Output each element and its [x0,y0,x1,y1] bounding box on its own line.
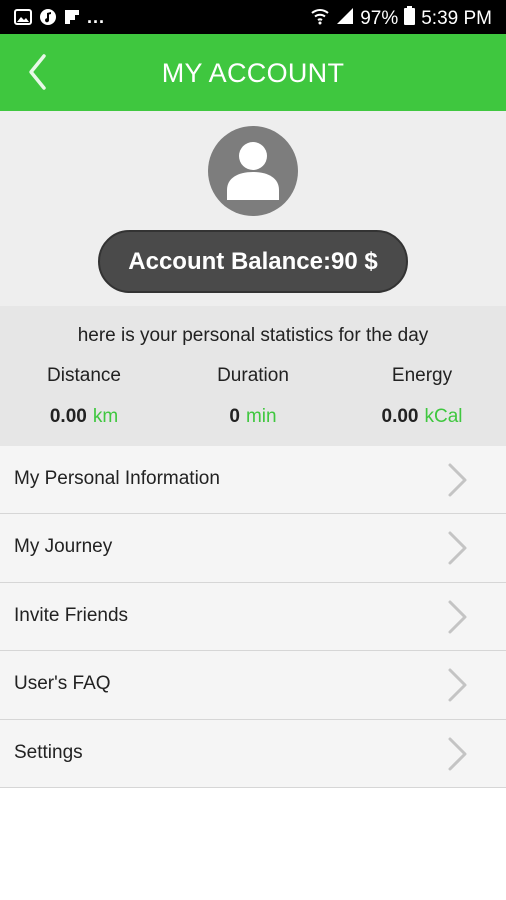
page-title: MY ACCOUNT [161,58,345,88]
chevron-right-icon [448,737,467,771]
music-icon [39,8,57,31]
avatar[interactable] [208,126,298,216]
chevron-right-icon [448,668,467,702]
stat-duration: Duration 0 min [169,365,337,428]
stat-distance: Distance 0.00 km [0,365,168,428]
daily-stats: here is your personal statistics for the… [0,306,506,446]
chevron-right-icon [448,463,467,497]
flipboard-icon [64,9,80,30]
menu-item-faq[interactable]: User's FAQ [0,651,506,720]
stat-energy: Energy 0.00 kCal [338,365,506,428]
stat-value: 0.00 kCal [338,406,506,428]
stat-value: 0.00 km [0,406,168,428]
chevron-right-icon [448,600,467,634]
stat-label: Energy [391,365,453,386]
signal-icon [336,7,354,31]
stat-number: 0 [229,406,240,427]
stat-number: 0.00 [381,406,419,427]
overflow-dots: ... [87,7,106,27]
menu-item-label: User's FAQ [14,673,111,695]
clock: 5:39 PM [421,7,492,29]
stat-unit: min [245,406,277,427]
account-menu: My Personal Information My Journey Invit… [0,446,506,788]
user-avatar-icon [227,142,279,200]
menu-item-personal-information[interactable]: My Personal Information [0,446,506,515]
image-icon [14,9,32,30]
status-notifications: ... [14,7,106,31]
wifi-icon [310,7,330,31]
menu-item-label: Settings [14,741,83,763]
menu-item-label: My Personal Information [14,468,220,489]
stat-unit: km [92,406,119,427]
stat-label: Duration [217,365,289,386]
account-balance: Account Balance:90 $ [98,230,408,293]
chevron-right-icon [448,531,467,565]
menu-item-invite-friends[interactable]: Invite Friends [0,582,506,652]
stats-caption: here is your personal statistics for the… [77,325,429,346]
app-header: MY ACCOUNT [0,34,506,111]
menu-item-label: Invite Friends [14,604,129,626]
menu-item-settings[interactable]: Settings [0,719,506,788]
stat-label: Distance [47,365,121,386]
battery-percent: 97% [360,7,399,29]
battery-icon [404,6,416,31]
menu-item-label: My Journey [14,536,113,558]
stat-number: 0.00 [49,406,87,427]
stat-unit: kCal [424,406,463,427]
status-bar: ... 97% 5:39 PM [0,0,506,34]
menu-item-journey[interactable]: My Journey [0,514,506,583]
stat-value: 0 min [169,406,337,428]
status-system: 97% 5:39 PM [310,6,492,31]
profile-section: Account Balance:90 $ [0,111,506,306]
